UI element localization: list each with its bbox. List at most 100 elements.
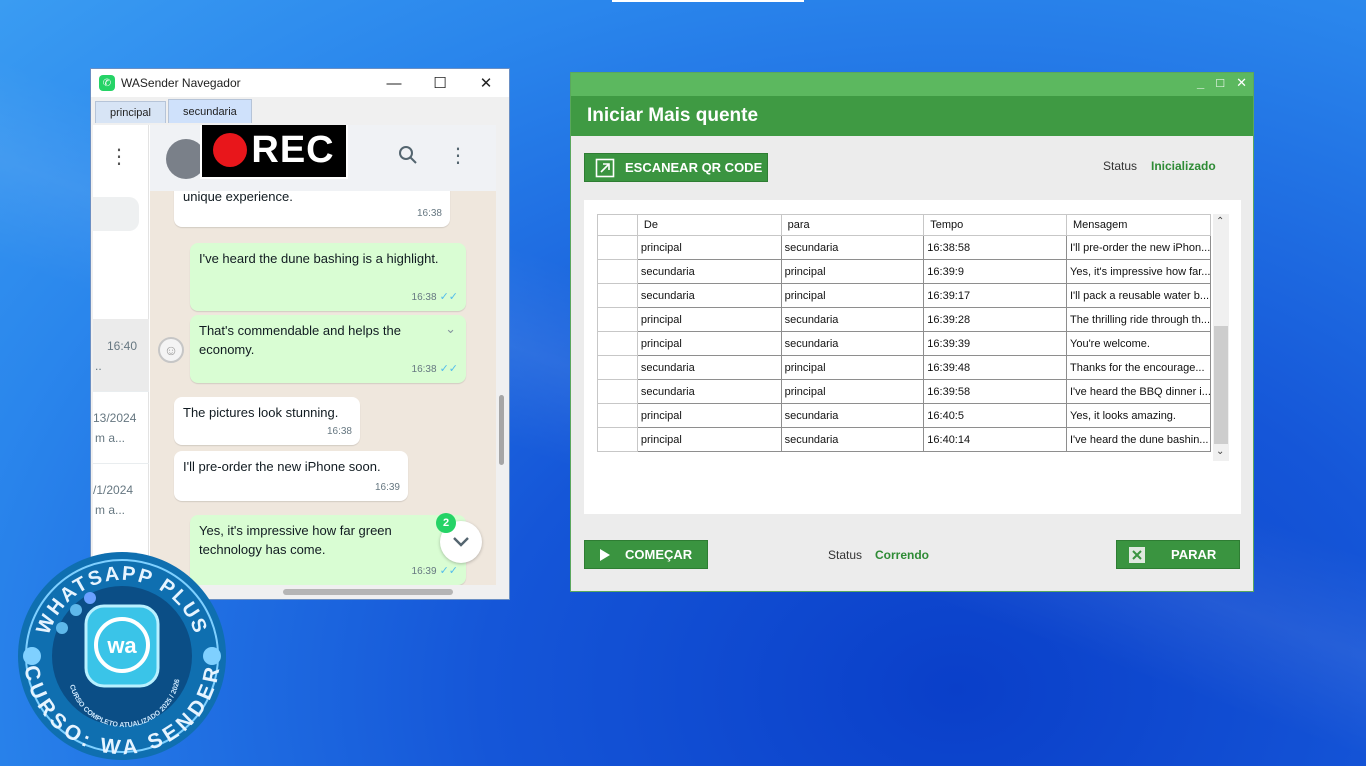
message-bubble[interactable]: Yes, it's impressive how far green techn… [190, 515, 466, 585]
table-cell[interactable]: secundaria [780, 331, 925, 356]
row-header-cell[interactable] [597, 355, 638, 380]
minimize-button[interactable]: — [371, 69, 417, 97]
table-row[interactable]: principal secundaria 16:40:5 Yes, it looks … [597, 403, 1211, 428]
table-cell[interactable]: 16:39:58 [923, 379, 1067, 404]
scrollbar-thumb[interactable] [1214, 326, 1228, 444]
table-row[interactable]: principal secundaria 16:40:14 I've heard th… [597, 427, 1211, 452]
row-header-cell[interactable] [597, 331, 638, 356]
column-header-de[interactable]: De [636, 214, 782, 236]
row-header-cell[interactable] [597, 379, 638, 404]
table-cell[interactable]: principal [780, 379, 925, 404]
table-cell[interactable]: The thrilling ride through th... [1066, 307, 1211, 332]
scrollbar-thumb[interactable] [283, 589, 453, 595]
table-cell[interactable]: I've heard the BBQ dinner i... [1066, 379, 1211, 404]
table-cell[interactable]: 16:39:17 [923, 283, 1067, 308]
table-cell[interactable]: 16:39:28 [923, 307, 1067, 332]
table-row[interactable]: principal secundaria 16:38:58 I'll pre-orde… [597, 235, 1211, 260]
table-cell[interactable]: principal [636, 235, 782, 260]
table-row[interactable]: secundaria principal 16:39:17 I'll pack a r… [597, 283, 1211, 308]
app-titlebar[interactable]: _ □ ✕ [571, 73, 1253, 96]
table-cell[interactable]: I've heard the dune bashin... [1066, 427, 1211, 452]
table-cell[interactable]: principal [636, 403, 782, 428]
vertical-scrollbar[interactable] [496, 125, 507, 599]
table-cell[interactable]: secundaria [636, 259, 782, 284]
table-cell[interactable]: You're welcome. [1066, 331, 1211, 356]
table-row[interactable]: secundaria principal 16:39:58 I've heard th… [597, 379, 1211, 404]
tab-principal[interactable]: principal [95, 101, 166, 123]
table-cell[interactable]: 16:38:58 [923, 235, 1067, 260]
table-row[interactable]: principal secundaria 16:39:28 The thrilling… [597, 307, 1211, 332]
stop-button[interactable]: PARAR [1116, 540, 1240, 569]
table-cell[interactable]: secundaria [780, 235, 925, 260]
message-text: I'll pre-order the new iPhone soon. [183, 459, 381, 474]
table-cell[interactable]: secundaria [780, 403, 925, 428]
table-cell[interactable]: 16:39:39 [923, 331, 1067, 356]
table-cell[interactable]: principal [636, 307, 782, 332]
messages-table[interactable]: De para Tempo Mensagem principal secundar… [597, 214, 1211, 452]
row-header-cell[interactable] [597, 307, 638, 332]
table-cell[interactable]: principal [636, 427, 782, 452]
message-bubble[interactable]: I've heard the dune bashing is a highlig… [190, 243, 466, 311]
table-cell[interactable]: principal [636, 331, 782, 356]
logo-app-icon [70, 604, 82, 616]
row-header-cell[interactable] [597, 259, 638, 284]
table-row[interactable]: secundaria principal 16:39:9 Yes, it's impr… [597, 259, 1211, 284]
message-bubble[interactable]: The pictures look stunning. 16:38 [174, 397, 360, 445]
row-header-cell[interactable] [597, 427, 638, 452]
start-button[interactable]: COMEÇAR [584, 540, 708, 569]
chevron-up-icon[interactable]: ⌃ [1216, 216, 1224, 227]
minimize-button[interactable]: _ [1197, 75, 1204, 91]
table-cell[interactable]: principal [780, 283, 925, 308]
browser-titlebar[interactable]: ✆ WASender Navegador — ☐ ✕ [91, 69, 509, 97]
selected-chat-row[interactable] [93, 319, 149, 391]
table-cell[interactable]: 16:40:5 [923, 403, 1067, 428]
table-cell[interactable]: principal [780, 355, 925, 380]
close-button[interactable]: ✕ [463, 69, 509, 97]
table-cell[interactable]: secundaria [636, 355, 782, 380]
table-cell[interactable]: principal [780, 259, 925, 284]
message-bubble[interactable]: That's commendable and helps the economy… [190, 315, 466, 383]
table-cell[interactable]: 16:40:14 [923, 427, 1067, 452]
message-bubble[interactable]: I'll pre-order the new iPhone soon. 16:3… [174, 451, 408, 501]
column-header-mensagem[interactable]: Mensagem [1066, 214, 1211, 236]
message-time: 16:39 [374, 482, 400, 493]
menu-dots-icon[interactable]: ⋮ [109, 147, 129, 167]
table-row[interactable]: secundaria principal 16:39:48 Thanks for th… [597, 355, 1211, 380]
table-cell[interactable]: secundaria [636, 379, 782, 404]
table-cell[interactable]: I'll pack a reusable water b... [1066, 283, 1211, 308]
tab-secundaria[interactable]: secundaria [167, 99, 252, 123]
maximize-button[interactable]: ☐ [417, 69, 463, 97]
grid-vertical-scrollbar[interactable]: ⌃ ⌄ [1213, 214, 1229, 461]
table-cell[interactable]: secundaria [780, 307, 925, 332]
table-cell[interactable]: 16:39:9 [923, 259, 1067, 284]
logo-app-icon [84, 592, 96, 604]
menu-dots-icon[interactable]: ⋮ [448, 143, 468, 168]
table-cell[interactable]: Yes, it looks amazing. [1066, 403, 1211, 428]
course-logo: WHATSAPP PLUS CURSO: WA SENDER CURSO COM… [18, 552, 226, 760]
status-label: Status [1103, 159, 1138, 173]
column-header-tempo[interactable]: Tempo [923, 214, 1067, 236]
table-row[interactable]: principal secundaria 16:39:39 You're welcom… [597, 331, 1211, 356]
close-button[interactable]: ✕ [1236, 75, 1247, 91]
message-text: That's commendable and helps the economy… [199, 323, 401, 357]
row-header-cell[interactable] [597, 235, 638, 260]
table-cell[interactable]: 16:39:48 [923, 355, 1067, 380]
row-header-cell[interactable] [597, 283, 638, 308]
table-cell[interactable]: Yes, it's impressive how far... [1066, 259, 1211, 284]
table-cell[interactable]: secundaria [780, 427, 925, 452]
search-input[interactable] [93, 197, 139, 231]
scrollbar-thumb[interactable] [499, 395, 504, 465]
chat-time: 13/2024 [93, 411, 137, 425]
screen-edge-bar [612, 0, 804, 2]
row-header-cell[interactable] [597, 403, 638, 428]
chevron-down-icon[interactable]: ⌄ [445, 319, 456, 338]
column-header-para[interactable]: para [780, 214, 925, 236]
search-icon[interactable] [398, 145, 418, 171]
table-cell[interactable]: secundaria [636, 283, 782, 308]
scan-qr-code-button[interactable]: ESCANEAR QR CODE [584, 153, 768, 182]
chevron-down-icon[interactable]: ⌄ [1216, 446, 1224, 457]
table-cell[interactable]: I'll pre-order the new iPhon... [1066, 235, 1211, 260]
emoji-reaction-icon[interactable]: ☺ [158, 337, 184, 363]
maximize-button[interactable]: □ [1216, 75, 1224, 91]
table-cell[interactable]: Thanks for the encourage... [1066, 355, 1211, 380]
